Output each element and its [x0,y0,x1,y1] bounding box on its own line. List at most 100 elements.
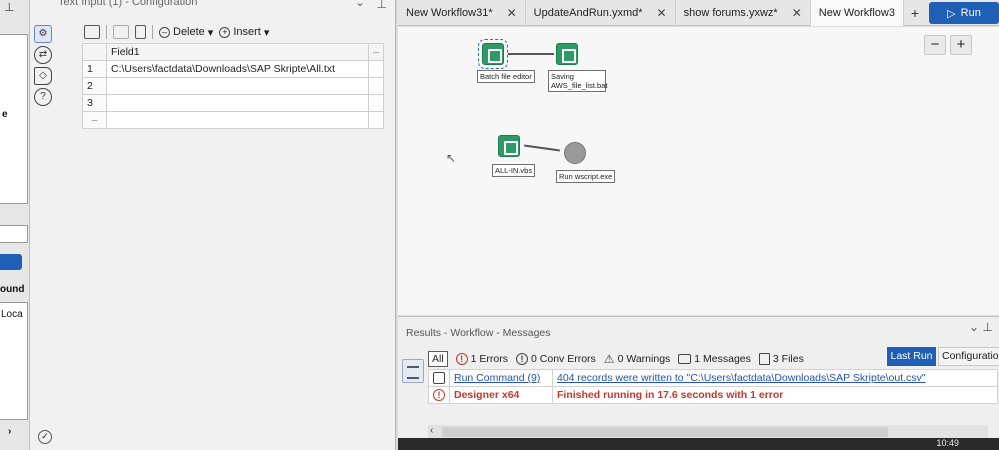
pin-icon[interactable]: ⊥ [983,320,993,334]
row-number: – [82,111,107,129]
warning-icon: ⚠ [603,352,615,366]
row-number: 2 [82,77,107,95]
row-number: 1 [82,60,107,78]
check-circle-icon: ✓ [38,430,52,444]
left-input-box[interactable] [0,225,28,243]
delete-button[interactable]: – Delete ▾ [159,26,213,39]
conv-error-icon: ! [516,353,529,365]
error-icon: ! [455,353,468,365]
save-icon [433,372,445,384]
left-side-panel: ⊥ e ound Loca › [0,0,30,450]
trash-icon[interactable] [135,25,146,39]
close-icon[interactable]: ✕ [657,0,667,26]
taskbar: 10:49 [398,438,999,450]
grid-cell[interactable] [105,111,370,129]
grid-cell[interactable] [105,77,370,95]
results-title: Results - Workflow - Messages [406,327,551,339]
filter-all[interactable]: All [428,351,448,367]
gear-icon[interactable]: ⚙ [34,25,52,43]
saving-bat-tool[interactable] [556,43,578,65]
message-icon [678,354,692,364]
table-row[interactable]: Run Command (9) 404 records were written… [428,369,998,387]
pin-icon[interactable]: ⊥ [377,0,387,11]
copy-icon[interactable] [113,25,129,39]
tab-new-workflow3[interactable]: New Workflow3 [810,0,904,26]
table-row: 3 [82,94,384,112]
table-row[interactable]: ! Designer x64 Finished running in 17.6 … [428,386,998,404]
tool-label: ALL-IN.vbs [492,164,536,177]
results-filters: All ! 1 Errors ! 0 Conv Errors ⚠ 0 Warni… [428,351,804,367]
insert-button[interactable]: + Insert ▾ [219,26,269,39]
scroll-left-icon[interactable]: ‹ [430,425,433,436]
horizontal-scrollbar[interactable]: ‹ [428,425,988,439]
grid-cell[interactable] [105,94,370,112]
close-icon[interactable]: ✕ [792,0,802,26]
configuration-tab[interactable]: Configuration [938,347,999,366]
zoom-in-button[interactable]: + [950,35,972,55]
connection-icon[interactable]: ⇄ [34,46,52,64]
table-row: – [82,111,384,129]
tool-label: Run wscript.exe [556,170,616,183]
dropdown-arrow-icon: ▾ [263,26,270,39]
filter-errors[interactable]: ! 1 Errors [455,353,508,365]
tool-label: Batch file editor [477,70,535,83]
connection-wire [508,53,554,55]
folder-icon[interactable] [84,25,100,39]
tab-new-workflow31[interactable]: New Workflow31* ✕ [398,0,526,26]
grid-cell[interactable]: C:\Users\factdata\Downloads\SAP Skripte\… [105,60,370,78]
results-panel: Results - Workflow - Messages ⌄ ⊥ All ! … [398,316,999,450]
play-icon: ▷ [947,7,956,20]
batch-file-editor-tool[interactable] [478,39,508,69]
scrollbar-thumb[interactable] [442,427,888,437]
new-tab-plus-icon[interactable]: + [904,5,926,21]
messages-table: Run Command (9) 404 records were written… [428,369,998,404]
run-command-tool[interactable] [564,142,586,164]
dropdown-arrow-icon: ▾ [207,26,214,39]
message-text[interactable]: 404 records were written to "C:\Users\fa… [552,369,998,387]
left-list-box: Loca [0,302,28,420]
last-run-button[interactable]: Last Run [887,347,936,366]
workflow-tabs: New Workflow31* ✕ UpdateAndRun.yxmd* ✕ s… [398,0,999,26]
chevron-right-icon[interactable]: › [8,426,11,437]
run-button[interactable]: ▷ Run [929,2,999,24]
filter-files[interactable]: 3 Files [758,353,804,365]
workflow-canvas[interactable]: − + Batch file editor Saving AWS_file_li… [398,27,999,315]
all-in-vbs-tool[interactable] [498,135,520,157]
file-icon [758,353,770,365]
help-icon[interactable]: ? [34,88,52,106]
table-row: 2 [82,77,384,95]
zoom-out-button[interactable]: − [924,35,946,55]
configuration-panel: Text Input (1) - Configuration ⌄ ⊥ ⚙ ⇄ ◇… [30,0,396,450]
message-source: Designer x64 [449,386,553,404]
tool-label: Saving AWS_file_list.bat [548,70,607,92]
filter-messages[interactable]: 1 Messages [678,353,751,365]
filter-warnings[interactable]: ⚠ 0 Warnings [604,352,670,366]
mouse-cursor-icon: ↖ [446,151,457,165]
row-number: 3 [82,94,107,112]
left-blue-button[interactable] [0,254,22,270]
minus-circle-icon: – [159,26,170,38]
message-source[interactable]: Run Command (9) [449,369,553,387]
config-toolbar: – Delete ▾ + Insert ▾ [84,22,269,42]
list-view-icon[interactable] [402,359,424,383]
chevron-down-icon[interactable]: ⌄ [969,320,979,334]
filter-conv-errors[interactable]: ! 0 Conv Errors [516,353,596,365]
left-text-bound: ound [0,284,25,295]
plus-circle-icon: + [219,26,231,38]
message-text: Finished running in 17.6 seconds with 1 … [552,386,998,404]
grid-header-field1[interactable]: Field1 [105,43,370,61]
chevron-down-icon[interactable]: ⌄ [355,0,365,9]
tab-show-forums[interactable]: show forums.yxwz* ✕ [676,0,811,26]
close-icon[interactable]: ✕ [507,0,517,26]
pin-icon[interactable]: ⊥ [4,0,14,14]
left-panel-box: e [0,34,28,204]
tab-update-and-run[interactable]: UpdateAndRun.yxmd* ✕ [526,0,676,26]
table-row: 1 C:\Users\factdata\Downloads\SAP Skript… [82,60,384,78]
connection-wire [524,144,560,152]
left-text-e: e [2,109,8,120]
clock: 10:49 [936,438,959,448]
grid-header-row: Field1 – [82,43,384,61]
tag-icon[interactable]: ◇ [34,67,52,85]
config-title: Text Input (1) - Configuration [58,0,198,8]
text-input-grid: Field1 – 1 C:\Users\factdata\Downloads\S… [82,43,384,129]
